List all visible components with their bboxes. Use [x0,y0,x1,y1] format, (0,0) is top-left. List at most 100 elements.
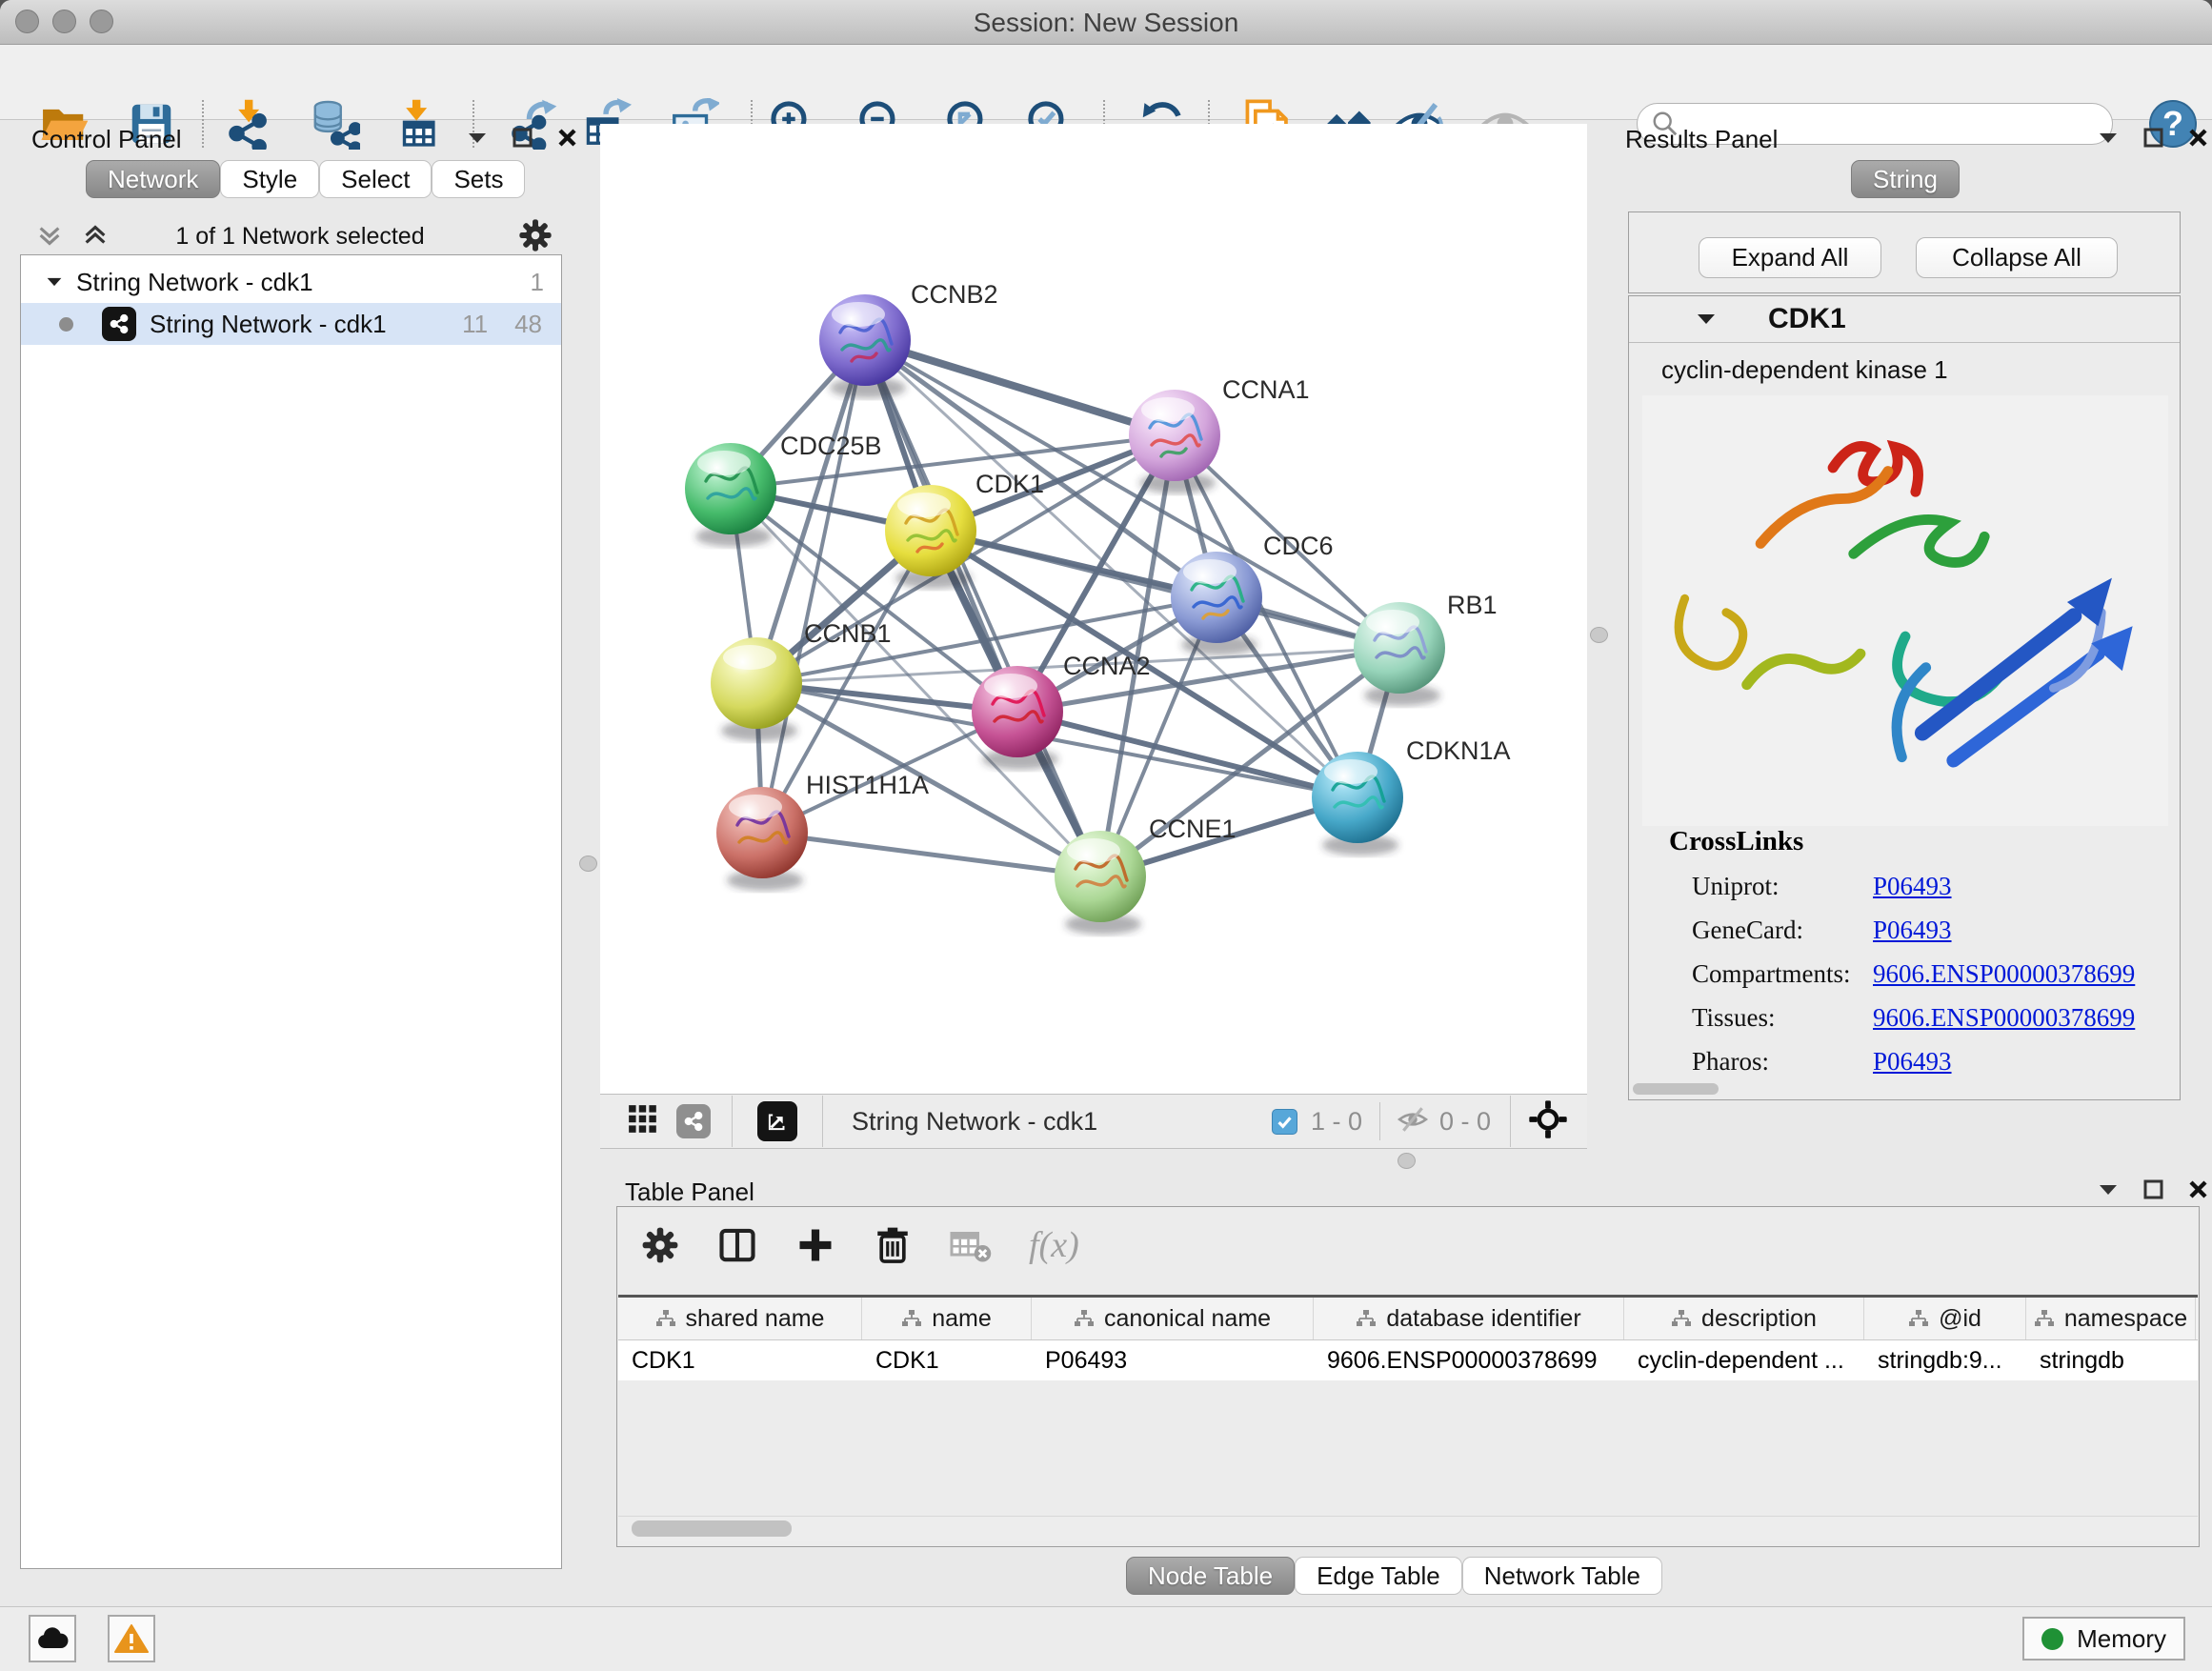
table-hscrollbar-thumb[interactable] [632,1520,792,1537]
crosslink-label: Pharos: [1692,1047,1873,1077]
import-network-file-icon[interactable] [222,96,277,151]
network-node-CDKN1A[interactable]: CDKN1A [1312,736,1511,856]
table-toolbar: f(x) [640,1224,1079,1266]
float-panel-icon[interactable] [2143,1179,2163,1199]
protein-structure-image [1642,395,2168,826]
column-header-description[interactable]: description [1624,1298,1864,1339]
collapse-entry-icon[interactable] [1696,312,1717,327]
import-table-icon[interactable] [390,96,445,151]
node-label-CDC6: CDC6 [1263,532,1334,560]
show-columns-icon[interactable] [716,1224,758,1266]
column-type-icon [901,1309,922,1328]
column-header-id[interactable]: @id [1864,1298,2026,1339]
tab-node-table[interactable]: Node Table [1126,1557,1295,1595]
table-row[interactable]: CDK1CDK1P064939606.ENSP00000378699cyclin… [618,1340,2198,1380]
network-label: String Network - cdk1 [150,310,387,339]
delete-column-trash-icon[interactable] [873,1225,913,1265]
panel-menu-icon[interactable] [2098,131,2119,146]
expand-all-button[interactable]: Expand All [1699,237,1881,278]
table-cell[interactable]: stringdb:9... [1864,1347,2026,1375]
network-tree-panel: String Network - cdk1 1 String Network -… [20,254,562,1569]
cloud-icon [36,1626,69,1651]
panel-menu-icon[interactable] [467,131,488,146]
network-edge-CCNB2-CCNA1[interactable] [865,340,1175,435]
crosslink-value-link[interactable]: 9606.ENSP00000378699 [1873,1003,2135,1033]
column-header-databaseidentifier[interactable]: database identifier [1314,1298,1624,1339]
table-cell[interactable]: 9606.ENSP00000378699 [1314,1347,1624,1375]
close-panel-icon[interactable] [2188,128,2208,148]
node-table: shared namenamecanonical namedatabase id… [618,1295,2198,1380]
tab-network[interactable]: Network [86,160,220,198]
control-panel-header-icons [467,128,577,148]
network-node-HIST1H1A[interactable]: HIST1H1A [716,771,929,891]
left-splitter-handle[interactable] [579,856,597,872]
column-header-name[interactable]: name [862,1298,1032,1339]
import-network-database-icon[interactable] [307,96,362,151]
network-options-gear-icon[interactable] [517,217,553,258]
float-panel-icon[interactable] [2143,128,2163,148]
column-type-icon [1074,1309,1095,1328]
tab-select[interactable]: Select [319,160,432,198]
table-hscrollbar[interactable] [618,1516,2198,1541]
tab-edge-table[interactable]: Edge Table [1295,1557,1462,1595]
network-node-RB1[interactable]: RB1 [1354,591,1498,706]
table-options-gear-icon[interactable] [640,1225,680,1265]
column-header-canonicalname[interactable]: canonical name [1032,1298,1314,1339]
float-panel-icon[interactable] [513,128,533,148]
birdseye-grid-icon[interactable] [627,1103,659,1140]
panel-menu-icon[interactable] [2098,1182,2119,1198]
network-canvas[interactable]: CCNB2CCNA1CDC25BCDK1CDC6RB1CCNB1CCNA2CDK… [600,124,1587,1094]
crosslink-label: Uniprot: [1692,872,1873,901]
column-header-namespace[interactable]: namespace [2026,1298,2196,1339]
warnings-button[interactable] [108,1615,155,1662]
selected-nodes-checkbox[interactable] [1272,1109,1297,1135]
control-panel-title: Control Panel [31,125,182,154]
network-row-selected[interactable]: String Network - cdk1 11 48 [21,303,561,345]
table-cell[interactable]: CDK1 [618,1347,862,1375]
network-type-icon [676,1104,711,1138]
column-type-icon [1908,1309,1929,1328]
collapse-all-icon[interactable] [35,221,64,250]
table-cell[interactable]: cyclin-dependent ... [1624,1347,1864,1375]
collapse-all-button[interactable]: Collapse All [1916,237,2118,278]
right-splitter-handle[interactable] [1590,627,1608,643]
crosslink-value-link[interactable]: 9606.ENSP00000378699 [1873,959,2135,989]
control-panel-tabs: Network Style Select Sets [86,160,525,198]
horizontal-splitter-handle[interactable] [1398,1153,1416,1169]
crosslink-value-link[interactable]: P06493 [1873,872,1952,901]
expand-all-icon[interactable] [81,221,110,250]
table-body: CDK1CDK1P064939606.ENSP00000378699cyclin… [618,1340,2198,1380]
crosslinks-list: Uniprot: P06493 GeneCard: P06493 Compart… [1692,864,2168,1083]
tab-sets[interactable]: Sets [432,160,525,198]
node-label-CDK1: CDK1 [975,470,1044,498]
network-view-toolbar: String Network - cdk1 1 - 0 0 - 0 [600,1094,1587,1149]
table-cell[interactable]: CDK1 [862,1347,1032,1375]
add-column-plus-icon[interactable] [794,1224,836,1266]
crosslink-value-link[interactable]: P06493 [1873,916,1952,945]
network-edge-CCNB2-HIST1H1A[interactable] [762,340,865,833]
table-cell[interactable]: P06493 [1032,1347,1314,1375]
network-edge-HIST1H1A-CCNE1[interactable] [762,833,1100,876]
gene-section-header[interactable]: CDK1 [1629,296,2180,343]
results-scrollbar-thumb[interactable] [1633,1083,1719,1095]
close-panel-icon[interactable] [557,128,577,148]
tree-expand-icon[interactable] [46,275,63,289]
cloud-status-button[interactable] [29,1615,76,1662]
table-panel-header-icons [2098,1179,2208,1199]
memory-button[interactable]: Memory [2022,1617,2185,1661]
crosslink-value-link[interactable]: P06493 [1873,1047,1952,1077]
table-panel-title: Table Panel [625,1178,754,1207]
column-header-sharedname[interactable]: shared name [618,1298,862,1339]
window-title: Session: New Session [0,8,2212,38]
warning-icon [114,1623,149,1654]
tab-string[interactable]: String [1851,160,1960,198]
node-label-CDC25B: CDC25B [780,432,882,460]
network-collection-row[interactable]: String Network - cdk1 1 [21,255,561,303]
table-cell[interactable]: stringdb [2026,1347,2196,1375]
tab-style[interactable]: Style [220,160,319,198]
close-panel-icon[interactable] [2188,1179,2208,1199]
open-view-icon[interactable] [757,1101,797,1141]
pan-crosshair-icon[interactable] [1528,1099,1568,1144]
tab-network-table[interactable]: Network Table [1462,1557,1662,1595]
results-buttons-box: Expand All Collapse All [1628,211,2181,293]
